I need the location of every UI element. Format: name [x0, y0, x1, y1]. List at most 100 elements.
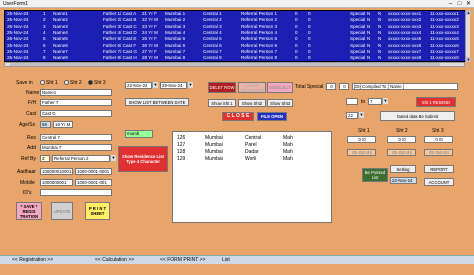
list-cell-code: 11-xxx-xxxxx4 [430, 29, 459, 35]
tab-form-print[interactable]: << FORM PRINT >> [160, 257, 205, 263]
list-cell-city: Mumbai 1 [165, 11, 186, 16]
mobile-format-field[interactable]: 1000-0001-001 [75, 179, 112, 186]
list-item[interactable]: 127 Mumbai Parel Mah [173, 142, 331, 149]
report-button[interactable]: REPORT [424, 165, 454, 173]
result-cell-area: Worli [245, 156, 257, 162]
chevron-down-icon[interactable]: ▼ [110, 155, 116, 161]
list-cell-name: Name7 [53, 48, 68, 54]
date-from-dropdown-icon[interactable]: ▼ [152, 82, 158, 88]
cast-label: Cast [26, 111, 37, 117]
list-cell-father: Father 3/ Cast C [103, 23, 137, 29]
fh-label: F/H [28, 100, 37, 106]
show-sht2-button[interactable]: Show Sht2 [238, 99, 266, 107]
list-cell-date: 25-Nov-24 [7, 29, 29, 35]
date-to-dropdown-icon[interactable]: ▼ [187, 82, 193, 88]
setting-button[interactable]: Setting [390, 165, 416, 173]
from-number-field[interactable] [346, 98, 358, 105]
aadhaar-format-field[interactable]: 1000-0001-0001 [75, 168, 112, 175]
file-open-button[interactable]: FILE OPEN [257, 112, 287, 121]
list-cell-n2: N [378, 55, 382, 61]
list-cell-ref: Referral Person 4 [241, 29, 278, 35]
show-sht3-button[interactable]: Show Sht3 [267, 99, 293, 107]
ref-code-field[interactable]: Z [40, 155, 50, 162]
list-cell-city: Mumbai 5 [165, 36, 186, 42]
date-to-field[interactable]: 25-Nov-24 [160, 82, 187, 89]
days-dropdown-icon[interactable]: ▼ [358, 112, 364, 118]
ids-field[interactable] [40, 189, 112, 196]
show-list-between-button[interactable]: SHOW LIST BETWEEN DATE [125, 98, 189, 106]
sht1-resend-button[interactable]: Sht 1 RESEND [416, 97, 456, 107]
list-cell-type: Special [350, 17, 366, 23]
list-cell-city: Mumbai 7 [165, 48, 186, 54]
close-icon[interactable]: ✕ [464, 0, 473, 8]
list-cell-father: Father 7/ Cast G [103, 48, 137, 54]
tab-list[interactable]: List [222, 257, 230, 263]
clear-selection-button[interactable]: CLEAR SELECTION [238, 82, 266, 93]
records-listbox[interactable]: 25-Nov-24 1 Name1 Father 1/ Cast A 21 Yr F Mu… [4, 10, 470, 62]
list-cell-father: Father 8/ Cast H [103, 55, 137, 61]
total-special-count: 0 [326, 83, 336, 90]
father-field[interactable]: Father 7 [40, 99, 112, 106]
residence-results-list[interactable]: 126 Mumbai Central Mah 127 Mumbai Parel Mah 128 M… [172, 131, 332, 223]
list-cell-area: Central 4 [203, 29, 222, 35]
days-field[interactable]: 22 [346, 112, 358, 119]
aadhaar-field[interactable]: 100000010001 [40, 168, 73, 175]
list-cell-ref: Referral Person 1 [241, 11, 278, 16]
list-cell-code: 11-xxx-xxxxx1 [430, 11, 459, 16]
list-item[interactable]: 126 Mumbai Central Mah [173, 135, 331, 142]
minimize-icon[interactable]: – [446, 0, 455, 8]
age-box[interactable]: 68 [40, 121, 51, 128]
sht2-count: 0 /0 [387, 136, 416, 143]
age-field[interactable]: 18 Yr M [53, 121, 73, 128]
mobile-field[interactable]: 1000000001 [40, 179, 73, 186]
save-registration-button[interactable]: * SAVE * REGIS TRATION [16, 202, 42, 220]
update-button[interactable]: UPDATE [51, 202, 73, 220]
scroll-up-icon[interactable]: ▲ [466, 10, 471, 15]
show-residence-button[interactable]: Show Residence List Type 4 Character [118, 146, 168, 172]
list-cell-n1: N [367, 11, 371, 16]
list-cell-n1: N [367, 42, 371, 48]
radio-sht2[interactable] [64, 80, 69, 85]
maximize-icon[interactable]: □ [455, 0, 464, 8]
scroll-thumb[interactable] [10, 63, 440, 66]
ids-label: ID's [23, 190, 32, 196]
radio-sht1[interactable] [40, 80, 45, 85]
search-field[interactable]: mumb [125, 130, 153, 138]
residence-field[interactable]: Central 7 [40, 134, 112, 141]
scroll-down-icon[interactable]: ▼ [466, 57, 471, 62]
list-cell-name: Name5 [53, 36, 68, 42]
date-from-field[interactable]: 22-Nov-24 [125, 82, 152, 89]
list-vertical-scrollbar[interactable]: ▲ ▼ [465, 10, 471, 62]
tab-calculation[interactable]: << Calculation >> [95, 257, 134, 263]
total-special-count-2: 0 [339, 83, 349, 90]
list-cell-age: 28 Yr M [142, 55, 158, 61]
to-number-field[interactable]: 7 [368, 98, 382, 105]
sht2-date: 01-Oct-24 [387, 149, 416, 156]
list-cell-b: 0 [308, 48, 311, 54]
list-cell-age: 22 Yr M [142, 17, 158, 23]
list-cell-type: Special [350, 42, 366, 48]
radio-sht3[interactable] [88, 80, 93, 85]
delete-row-button[interactable]: DELET ROW [208, 82, 236, 93]
to-dropdown-icon[interactable]: ▼ [382, 98, 388, 104]
show-sht1-button[interactable]: Show Sht 1 [208, 99, 236, 107]
list-item[interactable]: 129 Mumbai Worli Mah [173, 156, 331, 163]
ref-by-field[interactable]: Referral Person 2 [52, 155, 110, 162]
account-button[interactable]: ACCOUNT [424, 178, 454, 186]
list-item[interactable]: 128 Mumbai Dadar Mah [173, 149, 331, 156]
list-cell-date: 25-Nov-24 [7, 23, 29, 29]
name-field[interactable]: Name1 [40, 89, 112, 96]
tab-registration[interactable]: << Registration >> [12, 257, 53, 263]
be-pointed-list-button[interactable]: Be Pointed List [362, 168, 388, 182]
address-field[interactable]: Mumbai 7 [40, 144, 112, 151]
list-cell-type: Special [350, 29, 366, 35]
list-cell-a: 0 [295, 36, 298, 42]
dated-data-submit-button[interactable]: Dated data Be Submit [380, 111, 455, 121]
list-horizontal-scrollbar[interactable] [4, 62, 465, 67]
cast-field[interactable]: Cast G [40, 110, 112, 117]
close-button[interactable]: C L O S E [222, 112, 254, 121]
deselect-button[interactable]: DESELECT [267, 82, 293, 93]
print-sheet-button[interactable]: P R I N T SHEET [85, 202, 110, 220]
list-cell-father: Father 5/ Cast E [103, 36, 137, 42]
result-cell-city: Mumbai [205, 142, 223, 148]
